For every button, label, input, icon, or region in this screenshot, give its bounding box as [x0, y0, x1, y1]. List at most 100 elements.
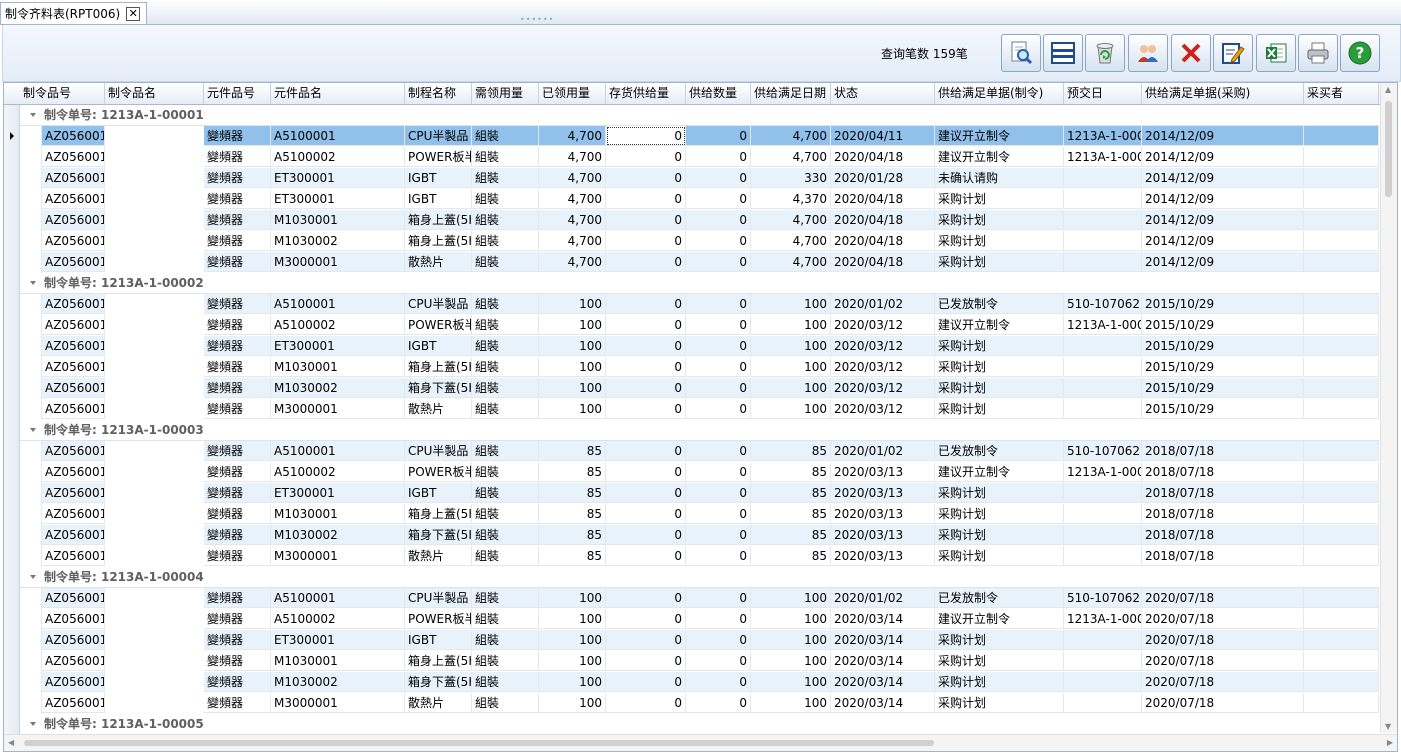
table-cell[interactable]: 變頻器 — [204, 294, 271, 314]
table-cell[interactable]: AZ056001 — [42, 525, 105, 545]
table-cell[interactable] — [1304, 147, 1379, 167]
table-cell[interactable] — [1064, 378, 1142, 398]
table-cell[interactable]: AZ056001 — [42, 399, 105, 419]
table-cell[interactable]: 0 — [686, 651, 751, 671]
table-cell[interactable]: 0 — [686, 336, 751, 356]
table-cell[interactable]: 變頻器 — [204, 504, 271, 524]
table-cell[interactable]: 組裝 — [472, 462, 539, 482]
table-row[interactable]: AZ056001 變頻器 M3000001 散熱片 組裝 4,700 0 0 4,700 2020… — [4, 252, 1379, 273]
table-cell[interactable]: 2015/10/29 — [1142, 315, 1304, 335]
column-header[interactable]: 供给满足单据(制令) — [935, 83, 1064, 104]
table-cell[interactable]: 變頻器 — [204, 168, 271, 188]
table-cell[interactable]: AZ056001 — [42, 231, 105, 251]
table-cell[interactable]: 采购计划 — [935, 252, 1064, 272]
table-cell[interactable]: AZ056001 — [42, 483, 105, 503]
table-cell[interactable]: 4,700 — [751, 210, 831, 230]
table-cell[interactable]: 0 — [686, 189, 751, 209]
table-cell[interactable]: 已发放制令 — [935, 441, 1064, 461]
table-row[interactable]: AZ056001 變頻器 ET300001 IGBT 組裝 85 0 0 85 2020/03/1… — [4, 483, 1379, 504]
table-cell[interactable] — [1304, 588, 1379, 608]
table-cell[interactable]: POWER板半製品 — [405, 147, 472, 167]
table-cell[interactable]: 組裝 — [472, 525, 539, 545]
table-cell[interactable]: 0 — [686, 126, 751, 146]
table-cell[interactable]: 0 — [606, 609, 686, 629]
table-cell[interactable]: 0 — [606, 462, 686, 482]
table-cell[interactable]: A5100002 — [271, 609, 405, 629]
refresh-button[interactable] — [1085, 34, 1125, 72]
table-cell[interactable]: 0 — [606, 147, 686, 167]
table-cell[interactable]: 85 — [539, 525, 606, 545]
column-header[interactable]: 元件品号 — [204, 83, 271, 104]
table-cell[interactable]: 85 — [751, 525, 831, 545]
table-cell[interactable]: 0 — [686, 525, 751, 545]
table-cell[interactable]: AZ056001 — [42, 315, 105, 335]
group-row[interactable]: 制令单号: 1213A-1-00001 — [20, 105, 1379, 126]
scroll-right-icon[interactable]: ▶ — [1387, 738, 1393, 747]
column-header[interactable]: 存货供给量 — [606, 83, 686, 104]
table-cell[interactable]: 箱身上蓋(5HP) — [405, 357, 472, 377]
table-cell[interactable]: M1030002 — [271, 672, 405, 692]
table-cell[interactable]: 2018/07/18 — [1142, 504, 1304, 524]
table-cell[interactable]: CPU半製品 — [405, 126, 472, 146]
table-cell[interactable]: 2020/04/18 — [831, 147, 935, 167]
table-cell[interactable]: 100 — [539, 336, 606, 356]
table-row[interactable]: AZ056001 變頻器 M3000001 散熱片 組裝 100 0 0 100 2020/03/… — [4, 399, 1379, 420]
table-cell[interactable]: 0 — [686, 252, 751, 272]
table-cell[interactable]: 4,700 — [539, 147, 606, 167]
table-row[interactable]: AZ056001 變頻器 ET300001 IGBT 組裝 4,700 0 0 330 2020/… — [4, 168, 1379, 189]
table-cell[interactable] — [1064, 630, 1142, 650]
table-cell[interactable]: 100 — [539, 588, 606, 608]
table-cell[interactable]: AZ056001 — [42, 630, 105, 650]
table-cell[interactable]: 100 — [751, 693, 831, 713]
table-cell[interactable]: 箱身下蓋(5HP) — [405, 525, 472, 545]
table-cell[interactable]: 2018/07/18 — [1142, 525, 1304, 545]
table-cell[interactable]: 2020/07/18 — [1142, 630, 1304, 650]
table-cell[interactable]: 2015/10/29 — [1142, 357, 1304, 377]
table-row[interactable]: AZ056001 變頻器 A5100001 CPU半製品 組裝 100 0 0 100 2020/… — [4, 588, 1379, 609]
table-cell[interactable]: 組裝 — [472, 315, 539, 335]
table-row[interactable]: AZ056001變頻器M1030002箱身下蓋(5HP)組裝1000010020… — [4, 672, 1379, 693]
table-cell[interactable]: 100 — [751, 588, 831, 608]
table-cell[interactable]: 100 — [539, 378, 606, 398]
table-cell[interactable]: ET300001 — [271, 168, 405, 188]
table-row[interactable]: AZ056001變頻器A5100002POWER板半製品組裝1000010020… — [4, 315, 1379, 336]
table-cell[interactable]: 510-1070621001 — [1064, 441, 1142, 461]
table-cell[interactable]: A5100002 — [271, 462, 405, 482]
table-cell[interactable]: 組裝 — [472, 147, 539, 167]
table-cell[interactable]: 2020/03/13 — [831, 546, 935, 566]
table-cell[interactable]: AZ056001 — [42, 588, 105, 608]
table-row[interactable]: AZ056001 變頻器 A5100001 CPU半製品 組裝 100 0 0 100 2020/… — [4, 294, 1379, 315]
table-cell[interactable]: 2020/03/13 — [831, 462, 935, 482]
table-cell[interactable] — [1064, 672, 1142, 692]
table-cell[interactable]: 建议开立制令 — [935, 147, 1064, 167]
table-row[interactable]: AZ056001變頻器M1030002箱身下蓋(5HP)組裝8500852020… — [4, 525, 1379, 546]
table-cell[interactable]: AZ056001 — [42, 504, 105, 524]
table-cell[interactable]: 85 — [539, 441, 606, 461]
table-cell[interactable]: 變頻器 — [204, 231, 271, 251]
table-cell[interactable]: 0 — [606, 693, 686, 713]
table-cell[interactable]: 4,700 — [751, 126, 831, 146]
table-row[interactable]: AZ056001 變頻器 A5100001 CPU半製品 組裝 85 0 0 85 2020/01… — [4, 441, 1379, 462]
table-cell[interactable]: 箱身上蓋(5HP) — [405, 231, 472, 251]
table-cell[interactable]: 330 — [751, 168, 831, 188]
table-cell[interactable] — [1304, 189, 1379, 209]
table-cell[interactable]: 采购计划 — [935, 210, 1064, 230]
collapse-icon[interactable] — [30, 427, 36, 432]
table-cell[interactable]: 0 — [686, 399, 751, 419]
table-cell[interactable]: 0 — [606, 252, 686, 272]
table-cell[interactable]: 100 — [539, 294, 606, 314]
table-cell[interactable]: 采购计划 — [935, 399, 1064, 419]
table-cell[interactable]: AZ056001 — [42, 441, 105, 461]
table-cell[interactable]: 0 — [686, 210, 751, 230]
table-cell[interactable]: 4,700 — [539, 126, 606, 146]
table-cell[interactable] — [1064, 504, 1142, 524]
table-row[interactable]: AZ056001變頻器M1030002箱身上蓋(5HP)組裝4,700004,7… — [4, 231, 1379, 252]
scroll-down-icon[interactable]: ▼ — [1385, 722, 1391, 731]
table-row[interactable]: AZ056001變頻器M1030001箱身上蓋(5HP)組裝1000010020… — [4, 357, 1379, 378]
table-cell[interactable]: M1030002 — [271, 525, 405, 545]
table-cell[interactable]: 0 — [606, 504, 686, 524]
table-cell[interactable]: 85 — [751, 546, 831, 566]
table-cell[interactable]: 4,700 — [539, 231, 606, 251]
table-row[interactable]: AZ056001變頻器M1030001箱身上蓋(5HP)組裝8500852020… — [4, 504, 1379, 525]
table-cell[interactable] — [1304, 630, 1379, 650]
